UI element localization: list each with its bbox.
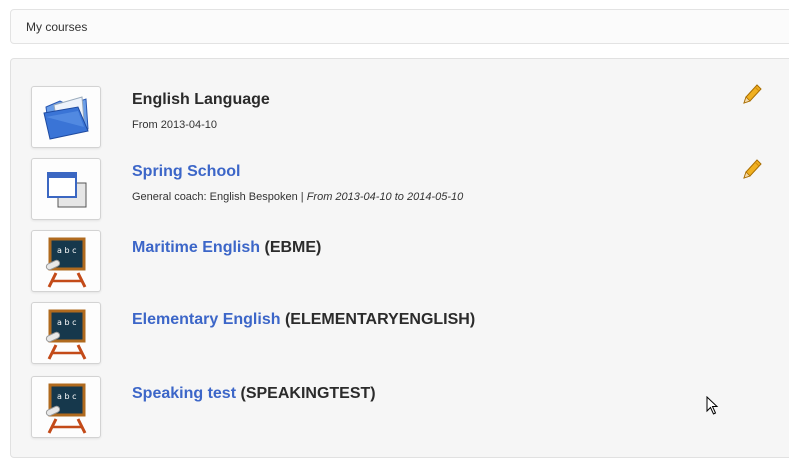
course-row: Spring School General coach: English Bes…	[31, 158, 771, 230]
course-details: General coach: English Bespoken | From 2…	[132, 191, 463, 203]
course-row: a b c Elementary English (ELEMENTARYENGL…	[31, 302, 771, 374]
course-row: English Language From 2013-04-10	[31, 83, 771, 158]
course-dates: From 2013-04-10 to 2014-05-10	[306, 191, 464, 203]
svg-text:a b c: a b c	[57, 318, 76, 327]
course-date: From 2013-04-10	[132, 119, 217, 131]
course-title: English Language	[132, 91, 270, 109]
course-thumbnail[interactable]: a b c	[31, 302, 101, 364]
course-code: (EBME)	[264, 239, 322, 256]
svg-text:a b c: a b c	[57, 392, 76, 401]
chalkboard-icon: a b c	[45, 309, 87, 360]
edit-pencil-icon[interactable]	[740, 158, 762, 187]
windows-icon	[47, 172, 87, 208]
course-code: (ELEMENTARYENGLISH)	[284, 311, 476, 328]
course-thumbnail[interactable]	[31, 86, 101, 148]
course-thumbnail[interactable]: a b c	[31, 230, 101, 292]
course-title: Speaking test (SPEAKINGTEST)	[132, 385, 376, 403]
mouse-cursor-icon	[706, 395, 720, 421]
course-link[interactable]: Elementary English	[132, 311, 281, 328]
course-link[interactable]: Speaking test	[132, 385, 236, 402]
chalkboard-icon: a b c	[45, 383, 87, 434]
course-row: a b c Maritime English (EBME)	[31, 230, 771, 302]
course-row: a b c Speaking test (SPEAKINGTEST)	[31, 376, 771, 448]
course-name: English Language	[132, 91, 270, 108]
course-code: (SPEAKINGTEST)	[240, 385, 376, 402]
edit-pencil-icon[interactable]	[740, 83, 762, 112]
folder-icon	[43, 96, 89, 140]
course-title: Spring School	[132, 163, 240, 181]
course-title: Maritime English (EBME)	[132, 239, 321, 257]
course-link[interactable]: Maritime English	[132, 239, 260, 256]
course-thumbnail[interactable]	[31, 158, 101, 220]
course-title: Elementary English (ELEMENTARYENGLISH)	[132, 311, 475, 329]
svg-text:a b c: a b c	[57, 246, 76, 255]
breadcrumb: My courses	[10, 9, 789, 44]
course-thumbnail[interactable]: a b c	[31, 376, 101, 438]
course-coach: General coach: English Bespoken |	[132, 191, 307, 203]
course-link[interactable]: Spring School	[132, 163, 240, 180]
chalkboard-icon: a b c	[45, 237, 87, 288]
breadcrumb-my-courses[interactable]: My courses	[26, 20, 87, 34]
